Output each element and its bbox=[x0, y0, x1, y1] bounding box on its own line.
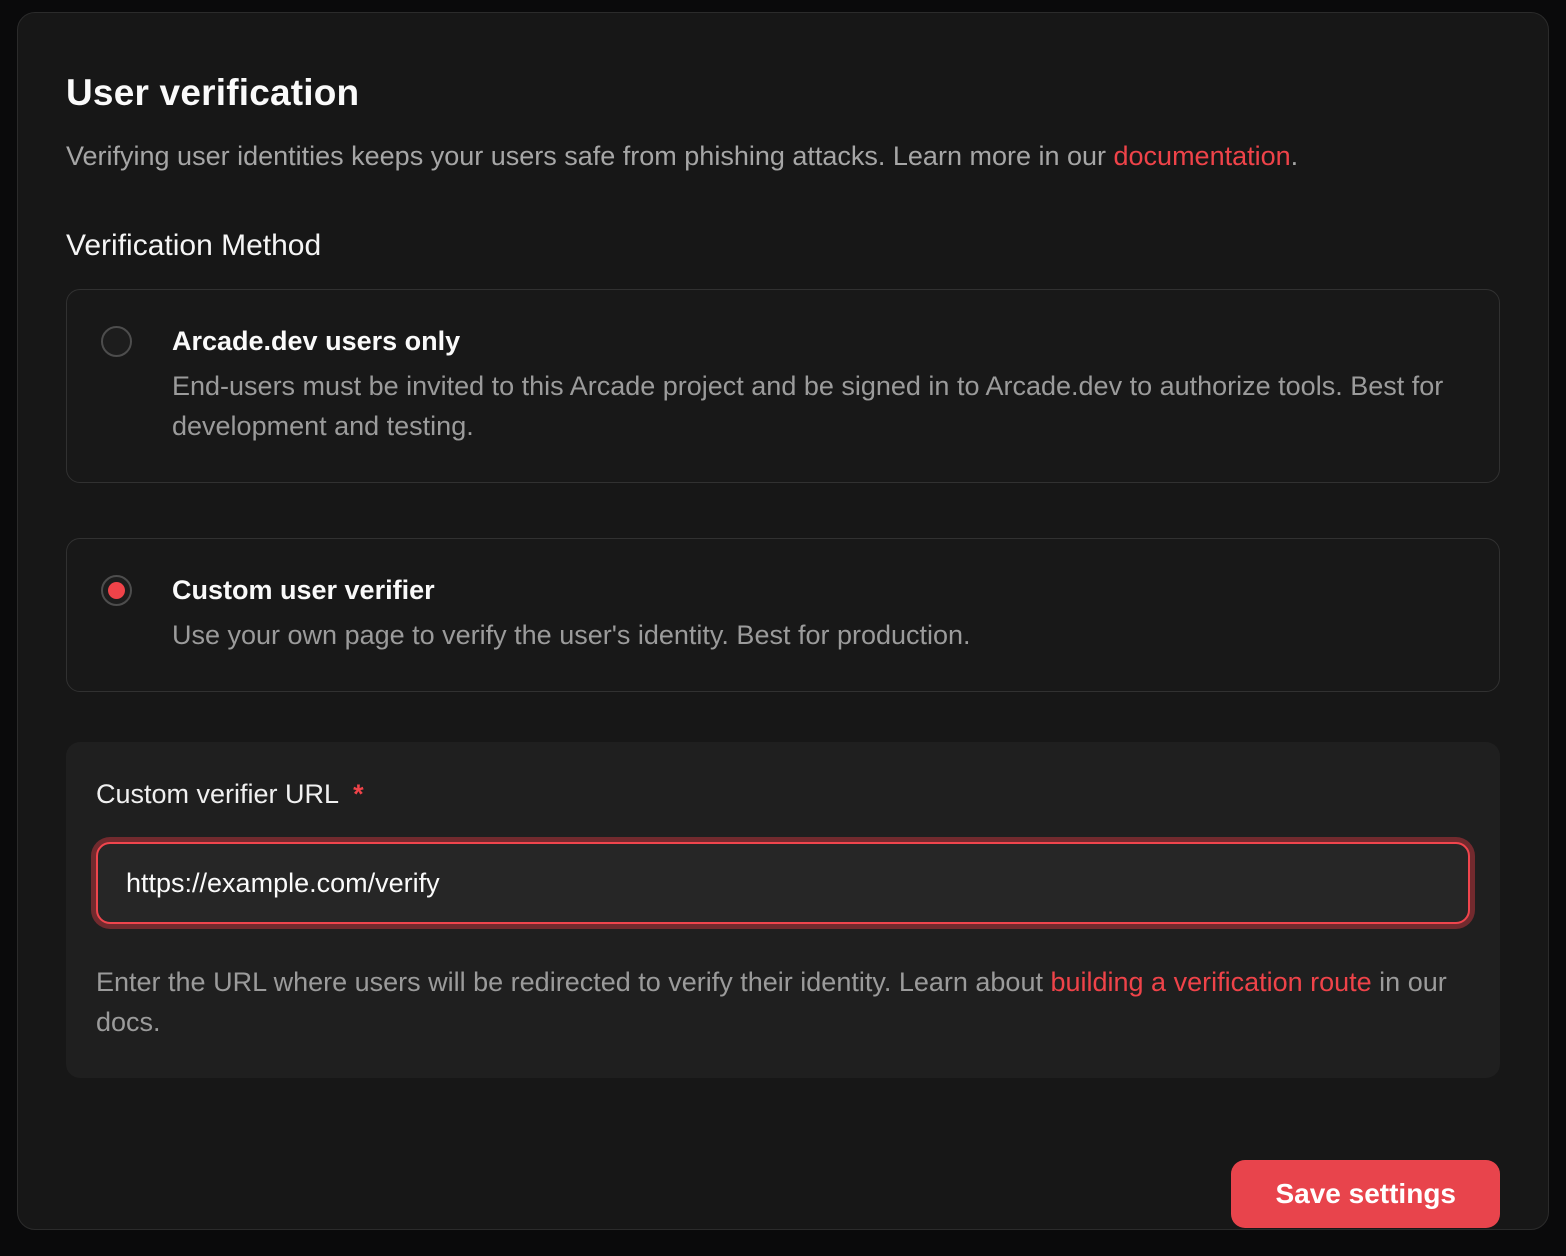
help-text-prefix: Enter the URL where users will be redire… bbox=[96, 967, 1050, 997]
page-subtitle: Verifying user identities keeps your use… bbox=[66, 137, 1500, 175]
documentation-link[interactable]: documentation bbox=[1114, 141, 1291, 171]
custom-verifier-url-panel: Custom verifier URL * Enter the URL where… bbox=[66, 742, 1500, 1078]
option-label: Custom user verifier bbox=[172, 571, 971, 609]
custom-verifier-url-input[interactable] bbox=[96, 842, 1470, 924]
footer-actions: Save settings bbox=[66, 1160, 1500, 1228]
option-description: End-users must be invited to this Arcade… bbox=[172, 366, 1465, 446]
custom-verifier-url-label: Custom verifier URL * bbox=[96, 776, 1470, 812]
user-verification-settings-card: User verification Verifying user identit… bbox=[17, 12, 1549, 1230]
custom-verifier-help-text: Enter the URL where users will be redire… bbox=[96, 962, 1456, 1042]
radio-unselected-icon[interactable] bbox=[101, 326, 132, 357]
save-settings-button[interactable]: Save settings bbox=[1231, 1160, 1500, 1228]
page-title: User verification bbox=[66, 71, 1500, 115]
option-label: Arcade.dev users only bbox=[172, 322, 1465, 360]
page-subtitle-period: . bbox=[1291, 141, 1299, 171]
radio-dot bbox=[108, 582, 125, 599]
radio-selected-icon[interactable] bbox=[101, 575, 132, 606]
building-verification-route-link[interactable]: building a verification route bbox=[1050, 967, 1371, 997]
radio-dot bbox=[108, 333, 125, 350]
required-asterisk: * bbox=[353, 779, 364, 809]
option-text: Arcade.dev users only End-users must be … bbox=[172, 322, 1465, 446]
option-text: Custom user verifier Use your own page t… bbox=[172, 571, 971, 655]
verification-method-heading: Verification Method bbox=[66, 227, 1500, 265]
field-label-text: Custom verifier URL bbox=[96, 779, 339, 809]
option-arcade-users-only[interactable]: Arcade.dev users only End-users must be … bbox=[66, 289, 1500, 483]
option-custom-user-verifier[interactable]: Custom user verifier Use your own page t… bbox=[66, 538, 1500, 692]
option-description: Use your own page to verify the user's i… bbox=[172, 615, 971, 655]
page-subtitle-text: Verifying user identities keeps your use… bbox=[66, 141, 1114, 171]
